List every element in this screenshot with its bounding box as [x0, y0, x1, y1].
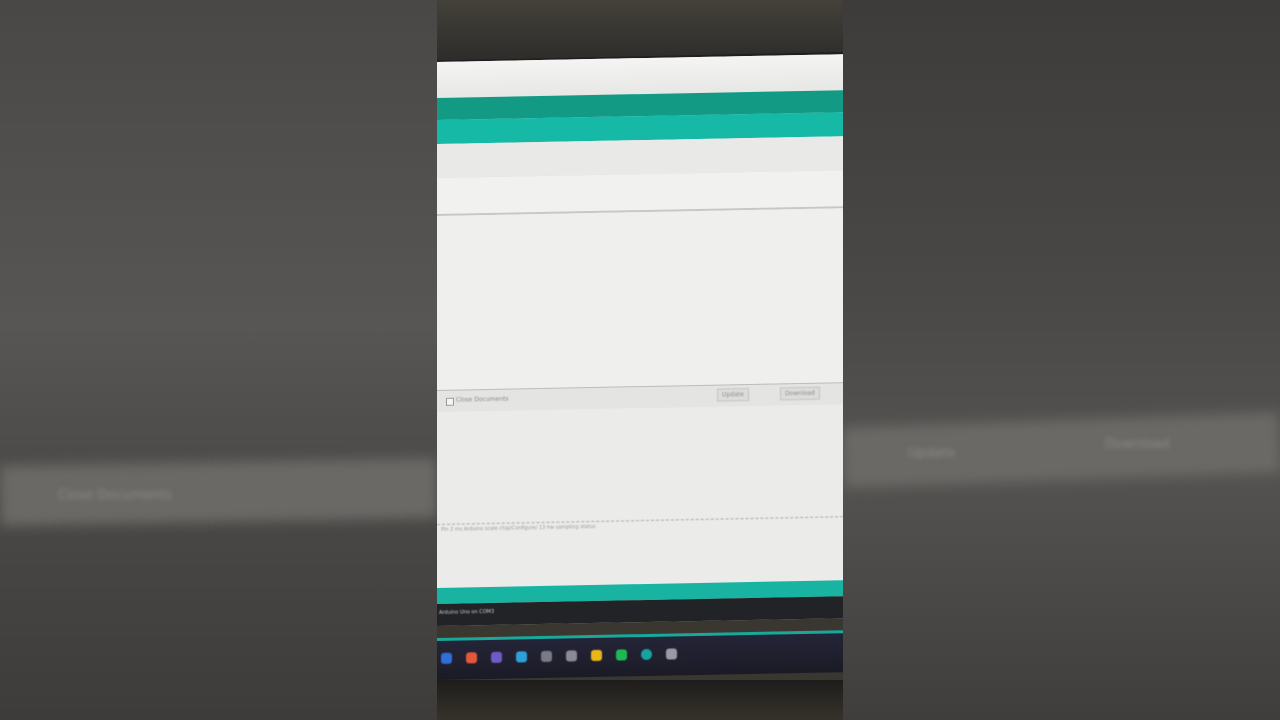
background-right: Update Download	[843, 0, 1280, 720]
output-console[interactable]: Pin 2 ms Arduino scale chip/Configure/ 1…	[437, 404, 843, 588]
console-text: Pin 2 ms Arduino scale chip/Configure/ 1…	[441, 523, 596, 533]
taskbar-accent	[437, 630, 843, 641]
spotify-icon[interactable]	[616, 649, 627, 661]
board-info-text: Arduino Uno on COM3	[439, 608, 495, 616]
arduino-icon[interactable]	[641, 648, 652, 661]
store-icon[interactable]	[566, 650, 577, 662]
edge-icon[interactable]	[516, 651, 527, 663]
monitor-photo: Close Documents Update Download Pin 2 ms…	[437, 0, 843, 720]
folder-icon[interactable]	[591, 649, 602, 662]
blurred-text: Update	[908, 446, 956, 461]
start-icon[interactable]	[441, 652, 452, 664]
blurred-text: Download	[1105, 437, 1170, 452]
os-taskbar	[437, 630, 843, 680]
firefox-icon[interactable]	[466, 652, 477, 664]
ide-window: Close Documents Update Download Pin 2 ms…	[437, 54, 843, 626]
code-editor[interactable]	[437, 208, 843, 390]
monitor-bezel-bottom	[437, 680, 843, 720]
close-documents-checkbox[interactable]	[446, 397, 454, 406]
background-left: Close Documents	[0, 0, 437, 720]
network-icon[interactable]	[666, 648, 677, 660]
checkbox-label: Close Documents	[456, 395, 509, 404]
update-button[interactable]: Update	[717, 388, 749, 402]
files-icon[interactable]	[541, 650, 552, 663]
blurred-text: Close Documents	[58, 488, 172, 503]
download-button[interactable]: Download	[780, 386, 820, 401]
app-icon[interactable]	[491, 651, 502, 663]
console-line: Pin 2 ms Arduino scale chip/Configure/ 1…	[437, 516, 843, 533]
